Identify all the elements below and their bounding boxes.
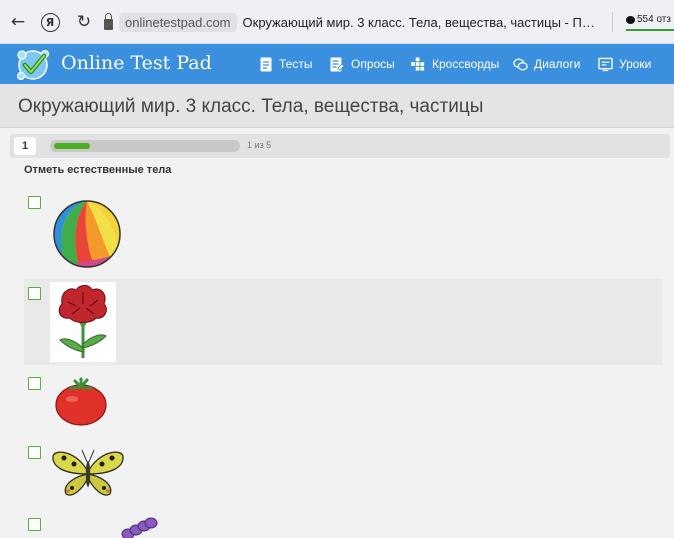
address-domain: onlinetestpad.com xyxy=(119,12,237,32)
nav-label-dialogs: Диалоги xyxy=(534,57,581,71)
lesson-board-icon xyxy=(598,56,613,72)
nav-label-crosswords: Кроссворды xyxy=(432,57,500,71)
reload-icon[interactable]: ↻ xyxy=(72,10,96,34)
progress-count: 1 из 5 xyxy=(247,140,272,150)
question-text: Отметь естественные тела xyxy=(24,164,172,176)
caterpillar-image xyxy=(121,517,158,538)
answer-option-tomato[interactable] xyxy=(24,369,662,433)
toolbar-divider xyxy=(612,12,613,32)
brand-name[interactable]: Online Test Pad xyxy=(61,52,212,74)
option-checkbox[interactable] xyxy=(28,446,41,459)
answer-option-caterpillar[interactable] xyxy=(24,510,662,538)
address-bar[interactable]: onlinetestpad.com Окружающий мир. 3 клас… xyxy=(104,11,600,33)
progress-row: 1 1 из 5 xyxy=(10,134,670,158)
nav-item-lessons[interactable]: Уроки xyxy=(598,44,651,84)
rating-bar xyxy=(626,29,674,31)
nav-item-polls[interactable]: Опросы xyxy=(330,44,395,84)
nav-item-tests[interactable]: Тесты xyxy=(258,44,312,84)
reviews-count: 554 отз xyxy=(637,14,671,25)
browser-window: ← Я ↻ onlinetestpad.com Окружающий мир. … xyxy=(0,0,674,538)
site-header: Online Test Pad Тесты Опросы Кроссворды … xyxy=(0,44,674,84)
answer-option-butterfly[interactable] xyxy=(24,438,662,504)
option-checkbox[interactable] xyxy=(28,196,41,209)
test-title-bar: Окружающий мир. 3 класс. Тела, вещества,… xyxy=(0,84,674,128)
back-arrow-icon[interactable]: ← xyxy=(6,10,30,34)
progress-fill xyxy=(54,143,90,149)
crossword-grid-icon xyxy=(411,56,426,72)
yandex-icon[interactable]: Я xyxy=(38,10,62,34)
option-checkbox[interactable] xyxy=(28,377,41,390)
nav-label-polls: Опросы xyxy=(351,57,395,71)
answer-option-ball[interactable] xyxy=(24,188,662,276)
carnation-flower-image xyxy=(50,282,116,362)
reviews-badge[interactable]: 554 отз xyxy=(626,14,671,25)
nav-item-crosswords[interactable]: Кроссворды xyxy=(411,44,499,84)
answer-option-flower[interactable] xyxy=(24,279,662,365)
logo-icon[interactable] xyxy=(14,46,52,82)
speech-bubble-icon xyxy=(626,15,635,24)
nav-label-tests: Тесты xyxy=(279,57,313,71)
document-icon xyxy=(258,56,273,72)
option-checkbox[interactable] xyxy=(28,287,41,300)
browser-toolbar: ← Я ↻ onlinetestpad.com Окружающий мир. … xyxy=(0,0,674,44)
beach-ball-image xyxy=(53,200,121,268)
lock-icon xyxy=(104,12,113,30)
option-checkbox[interactable] xyxy=(28,518,41,531)
address-page-title: Окружающий мир. 3 класс. Тела, вещества,… xyxy=(242,14,600,30)
tomato-image xyxy=(55,377,107,426)
nav-label-lessons: Уроки xyxy=(619,57,652,71)
chat-bubbles-icon xyxy=(513,56,528,72)
test-title: Окружающий мир. 3 класс. Тела, вещества,… xyxy=(18,96,484,117)
nav-item-dialogs[interactable]: Диалоги xyxy=(513,44,580,84)
butterfly-image xyxy=(52,449,124,496)
progress-bar xyxy=(50,140,240,152)
question-number: 1 xyxy=(14,137,36,155)
poll-checklist-icon xyxy=(330,56,345,72)
